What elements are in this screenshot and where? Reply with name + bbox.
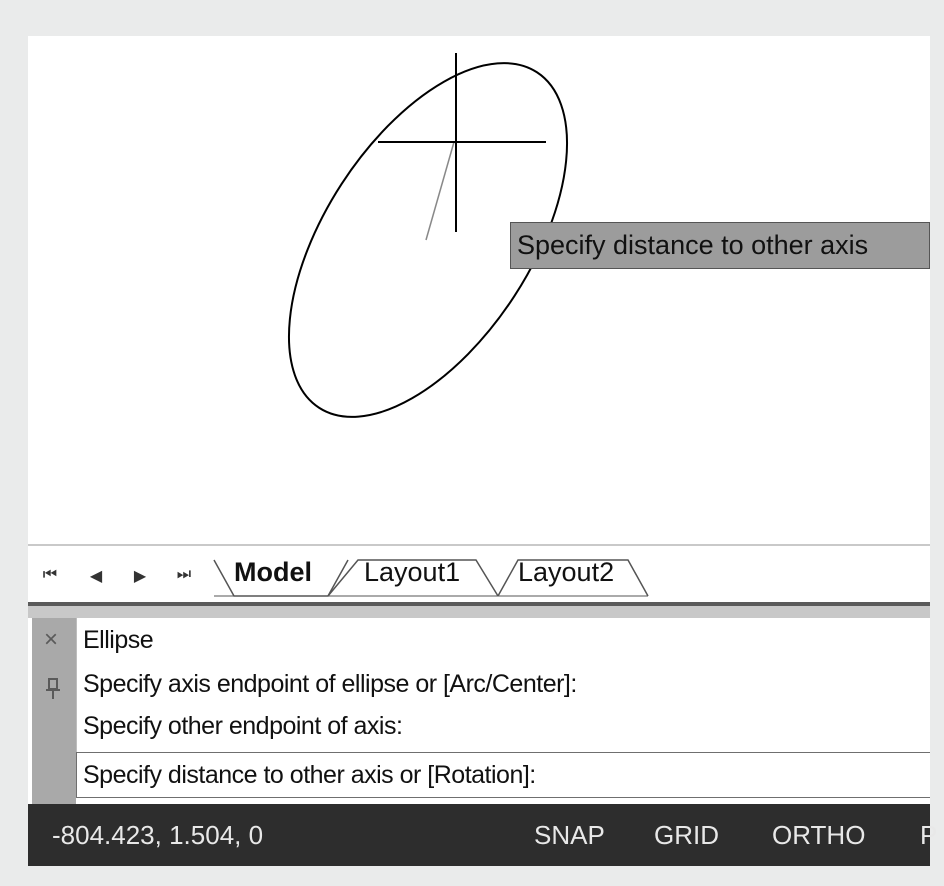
dynamic-input-tooltip: Specify distance to other axis: [510, 222, 930, 269]
command-history-line: Ellipse: [83, 626, 154, 654]
close-icon[interactable]: ×: [44, 628, 58, 652]
tab-outlines: [213, 559, 649, 597]
coordinate-readout[interactable]: -804.423, 1.504, 0: [52, 820, 263, 851]
last-tab-button[interactable]: ⏭: [174, 566, 194, 584]
status-bar: -804.423, 1.504, 0 SNAP GRID ORTHO P: [28, 804, 937, 866]
pin-icon[interactable]: [46, 678, 60, 700]
command-history: Ellipse Specify axis endpoint of ellipse…: [76, 618, 931, 752]
tab-model[interactable]: Model: [234, 552, 312, 596]
command-input[interactable]: Specify distance to other axis or [Rotat…: [76, 752, 930, 798]
previous-tab-button[interactable]: ◀: [86, 566, 106, 586]
command-history-line: Specify other endpoint of axis:: [83, 712, 403, 740]
snap-toggle[interactable]: SNAP: [534, 820, 605, 851]
command-history-line: Specify axis endpoint of ellipse or [Arc…: [83, 670, 577, 698]
first-tab-button[interactable]: ⏮: [40, 566, 60, 584]
ortho-toggle[interactable]: ORTHO: [772, 820, 865, 851]
rubber-band-line: [425, 141, 455, 241]
ellipse-drawing: [287, 53, 569, 418]
grid-toggle[interactable]: GRID: [654, 820, 719, 851]
command-window: × Ellipse Specify axis endpoint of ellip…: [28, 618, 930, 804]
tab-layout1[interactable]: Layout1: [364, 552, 460, 596]
tab-layout2[interactable]: Layout2: [518, 552, 614, 596]
drawing-canvas[interactable]: Specify distance to other axis: [28, 36, 930, 544]
polar-toggle[interactable]: P: [920, 820, 937, 851]
layout-tabs-bar: ⏮ ◀ ▶ ⏭ Model Layout1 Layout2: [28, 544, 930, 602]
command-window-splitter[interactable]: [28, 602, 930, 618]
next-tab-button[interactable]: ▶: [130, 566, 150, 586]
command-window-gutter: ×: [32, 618, 76, 804]
